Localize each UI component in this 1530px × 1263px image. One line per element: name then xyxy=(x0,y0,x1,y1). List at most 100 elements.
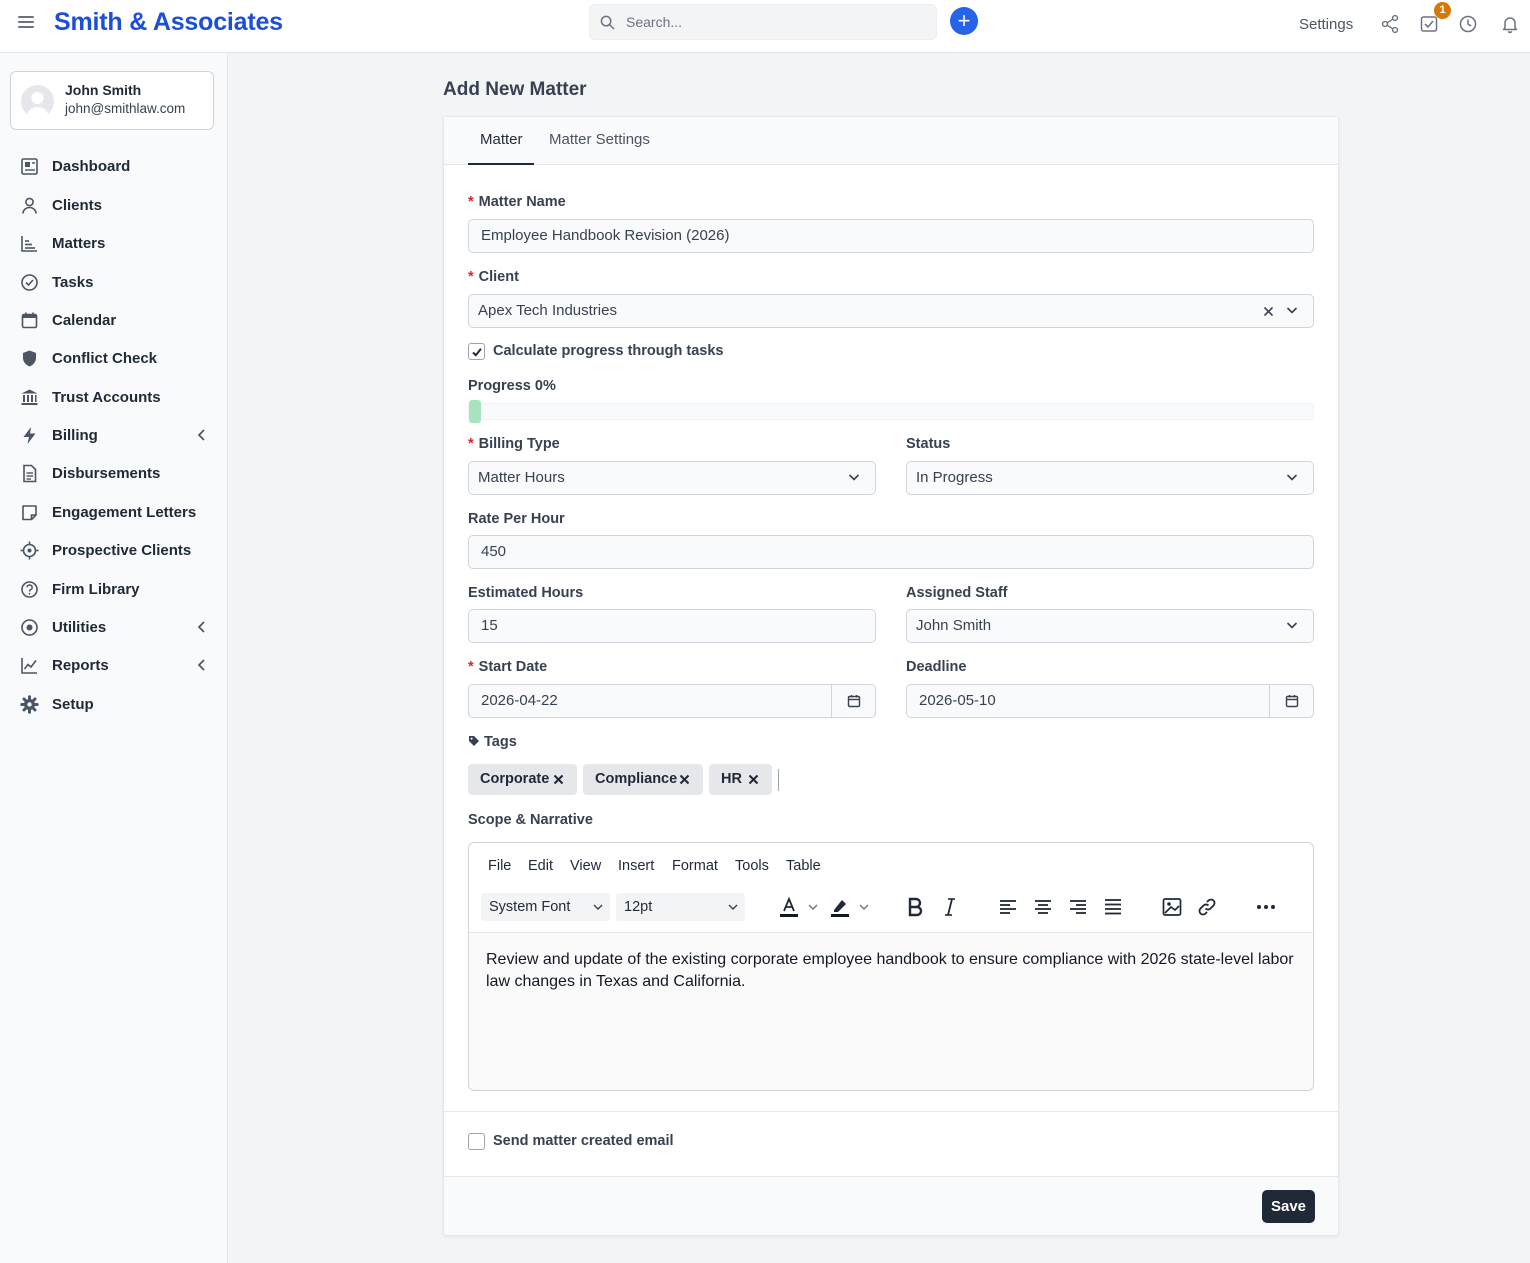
deadline-picker-button[interactable] xyxy=(1269,685,1313,717)
sidebar-item-label: Clients xyxy=(52,197,103,214)
align-justify-icon[interactable] xyxy=(1101,895,1125,919)
more-options-icon[interactable] xyxy=(1254,895,1278,919)
sidebar-item-label: Setup xyxy=(52,696,94,713)
tag-chip: HR xyxy=(709,764,772,795)
clock-icon[interactable] xyxy=(1458,14,1478,34)
send-email-checkbox[interactable] xyxy=(468,1133,485,1150)
align-right-icon[interactable] xyxy=(1066,895,1090,919)
sidebar-item-engagement-letters[interactable]: Engagement Letters xyxy=(0,496,228,530)
user-card[interactable]: John Smith john@smithlaw.com xyxy=(10,71,214,130)
editor-content-area[interactable]: Review and update of the existing corpor… xyxy=(469,932,1313,1090)
sidebar-item-setup[interactable]: Setup xyxy=(0,688,228,722)
sidebar-item-label: Prospective Clients xyxy=(52,542,192,559)
sidebar-item-reports[interactable]: Reports xyxy=(0,649,228,683)
deadline-input[interactable]: 2026-05-10 xyxy=(906,684,1314,718)
start-date-picker-button[interactable] xyxy=(831,685,875,717)
menu-format[interactable]: Format xyxy=(672,858,718,874)
start-date-label: * Start Date xyxy=(468,659,548,675)
estimated-hours-input[interactable]: 15 xyxy=(468,609,876,643)
remove-tag-icon[interactable] xyxy=(679,774,690,785)
search-input[interactable] xyxy=(624,5,924,39)
estimated-hours-label: Estimated Hours xyxy=(468,585,584,601)
text-color-icon[interactable] xyxy=(777,895,801,919)
status-value: In Progress xyxy=(916,469,993,486)
progress-label: Progress 0% xyxy=(468,378,556,394)
sidebar-item-billing[interactable]: Billing xyxy=(0,419,228,453)
search-box[interactable] xyxy=(589,4,937,40)
search-icon xyxy=(600,15,615,30)
settings-link[interactable]: Settings xyxy=(1299,16,1353,33)
brand-title[interactable]: Smith & Associates xyxy=(54,8,283,37)
menu-tools[interactable]: Tools xyxy=(735,858,769,874)
remove-tag-icon[interactable] xyxy=(748,774,759,785)
share-icon[interactable] xyxy=(1380,14,1400,34)
menu-table[interactable]: Table xyxy=(786,858,821,874)
sidebar-item-label: Dashboard xyxy=(52,158,131,175)
sidebar-item-dashboard[interactable]: Dashboard xyxy=(0,150,228,184)
italic-icon[interactable] xyxy=(938,895,962,919)
rate-per-hour-input[interactable]: 450 xyxy=(468,535,1314,569)
assigned-staff-select[interactable]: John Smith xyxy=(906,609,1314,643)
tags-label: Tags xyxy=(468,734,517,750)
chevron-down-icon[interactable] xyxy=(859,904,869,911)
sidebar-item-prospective-clients[interactable]: Prospective Clients xyxy=(0,534,228,568)
tasks-check-icon[interactable] xyxy=(1419,14,1439,34)
calc-progress-checkbox[interactable] xyxy=(468,343,485,360)
save-button[interactable]: Save xyxy=(1262,1190,1315,1223)
chevron-left-icon[interactable] xyxy=(196,658,208,672)
sidebar-item-matters[interactable]: Matters xyxy=(0,227,228,261)
menu-icon[interactable] xyxy=(18,16,34,30)
bold-icon[interactable] xyxy=(903,895,927,919)
add-new-button[interactable]: + xyxy=(950,7,978,35)
tab-matter-settings[interactable]: Matter Settings xyxy=(549,131,650,148)
insert-link-icon[interactable] xyxy=(1195,895,1219,919)
remove-tag-icon[interactable] xyxy=(553,774,564,785)
client-select[interactable]: Apex Tech Industries xyxy=(468,294,1314,328)
calendar-icon xyxy=(847,695,861,708)
form-footer: Save xyxy=(444,1177,1338,1235)
chevron-left-icon[interactable] xyxy=(196,428,208,442)
sidebar-item-label: Disbursements xyxy=(52,465,161,482)
sidebar-item-label: Tasks xyxy=(52,274,94,291)
menu-view[interactable]: View xyxy=(570,858,601,874)
status-select[interactable]: In Progress xyxy=(906,461,1314,495)
menu-edit[interactable]: Edit xyxy=(528,858,553,874)
tab-bar: Matter Matter Settings xyxy=(444,117,1338,165)
billing-type-select[interactable]: Matter Hours xyxy=(468,461,876,495)
sidebar-item-disbursements[interactable]: Disbursements xyxy=(0,457,228,491)
progress-bar-fill xyxy=(469,400,481,423)
sidebar-item-calendar[interactable]: Calendar xyxy=(0,304,228,338)
font-size-select[interactable]: 12pt xyxy=(616,893,745,921)
bell-icon[interactable] xyxy=(1500,14,1520,34)
menu-insert[interactable]: Insert xyxy=(618,858,654,874)
sidebar-item-firm-library[interactable]: Firm Library xyxy=(0,573,228,607)
highlight-color-icon[interactable] xyxy=(828,895,852,919)
client-label: * Client xyxy=(468,269,519,285)
sidebar-item-label: Billing xyxy=(52,427,98,444)
chevron-left-icon[interactable] xyxy=(196,620,208,634)
align-center-icon[interactable] xyxy=(1031,895,1055,919)
insert-image-icon[interactable] xyxy=(1160,895,1184,919)
sidebar-item-tasks[interactable]: Tasks xyxy=(0,266,228,300)
sidebar-item-conflict-check[interactable]: Conflict Check xyxy=(0,342,228,376)
sidebar-item-clients[interactable]: Clients xyxy=(0,189,228,223)
avatar xyxy=(21,85,54,118)
sidebar-item-utilities[interactable]: Utilities xyxy=(0,611,228,645)
tag-input-cursor[interactable] xyxy=(778,769,779,791)
sidebar: John Smith john@smithlaw.com Dashboard C… xyxy=(0,53,228,1263)
menu-file[interactable]: File xyxy=(488,858,511,874)
font-family-select[interactable]: System Font xyxy=(481,893,610,921)
tab-matter[interactable]: Matter xyxy=(480,131,523,148)
calendar-icon xyxy=(21,312,38,329)
clear-icon[interactable] xyxy=(1263,306,1274,317)
align-left-icon[interactable] xyxy=(996,895,1020,919)
check-circle-icon xyxy=(21,274,38,291)
chevron-down-icon[interactable] xyxy=(1286,306,1298,315)
start-date-input[interactable]: 2026-04-22 xyxy=(468,684,876,718)
dashboard-icon xyxy=(21,158,38,175)
sidebar-item-trust-accounts[interactable]: Trust Accounts xyxy=(0,381,228,415)
chevron-down-icon[interactable] xyxy=(808,904,818,911)
user-name: John Smith xyxy=(65,82,142,98)
bolt-icon xyxy=(23,427,36,444)
matter-name-input[interactable]: Employee Handbook Revision (2026) xyxy=(468,219,1314,253)
